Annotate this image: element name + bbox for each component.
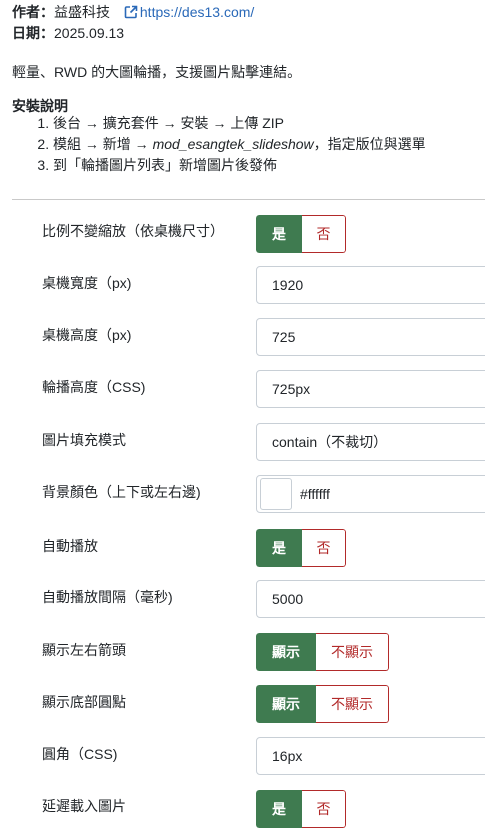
desktop-height-input[interactable]: 725 bbox=[256, 318, 485, 356]
desktop-height-label: 桌機高度（px) bbox=[42, 327, 132, 343]
keep-ratio-label: 比例不變縮放（依桌機尺寸） bbox=[42, 223, 224, 239]
module-name: mod_esangtek_slideshow bbox=[152, 136, 314, 152]
bg-color-label: 背景顏色（上下或左右邊) bbox=[42, 484, 201, 500]
author-link[interactable]: https://des13.com/ bbox=[124, 4, 254, 20]
keep-ratio-yes-button[interactable]: 是 bbox=[256, 215, 302, 253]
autoplay-interval-label: 自動播放間隔（毫秒) bbox=[42, 589, 173, 605]
author-line: 作者：益盛科技 https://des13.com/ bbox=[12, 3, 254, 21]
show-arrows-label: 顯示左右箭頭 bbox=[42, 642, 126, 658]
date-label: 日期： bbox=[12, 25, 54, 41]
fill-mode-select[interactable]: contain（不裁切） bbox=[256, 423, 485, 461]
show-arrows-toggle: 顯示 不顯示 bbox=[256, 633, 389, 671]
show-dots-show-button[interactable]: 顯示 bbox=[256, 685, 316, 723]
radius-label: 圓角（CSS) bbox=[42, 746, 118, 762]
external-link-icon bbox=[124, 5, 138, 19]
author-label: 作者： bbox=[12, 4, 54, 20]
show-dots-label: 顯示底部圓點 bbox=[42, 694, 126, 710]
lazy-load-label: 延遲載入圖片 bbox=[42, 798, 126, 814]
show-arrows-show-button[interactable]: 顯示 bbox=[256, 633, 316, 671]
description: 輕量、RWD 的大圖輪播，支援圖片點擊連結。 bbox=[12, 64, 302, 80]
keep-ratio-toggle: 是 否 bbox=[256, 215, 346, 253]
install-step: 模組 → 新增 → mod_esangtek_slideshow，指定版位與選單 bbox=[53, 134, 426, 155]
color-swatch[interactable] bbox=[260, 478, 292, 510]
bg-color-input[interactable]: #ffffff bbox=[300, 486, 330, 502]
lazy-load-yes-button[interactable]: 是 bbox=[256, 790, 302, 828]
radius-input[interactable]: 16px bbox=[256, 737, 485, 775]
autoplay-no-button[interactable]: 否 bbox=[302, 529, 346, 567]
autoplay-yes-button[interactable]: 是 bbox=[256, 529, 302, 567]
divider bbox=[12, 199, 485, 200]
fill-mode-label: 圖片填充模式 bbox=[42, 432, 126, 448]
show-dots-hide-button[interactable]: 不顯示 bbox=[316, 685, 389, 723]
install-step: 到「輪播圖片列表」新增圖片後發佈 bbox=[53, 155, 426, 176]
desktop-width-input[interactable]: 1920 bbox=[256, 266, 485, 304]
author-link-text: https://des13.com/ bbox=[139, 4, 255, 20]
carousel-height-label: 輪播高度（CSS) bbox=[42, 379, 146, 395]
install-steps: 後台 → 擴充套件 → 安裝 → 上傳 ZIP 模組 → 新增 → mod_es… bbox=[12, 113, 426, 176]
date-line: 日期：2025.09.13 bbox=[12, 24, 124, 42]
date-value: 2025.09.13 bbox=[54, 25, 125, 41]
show-arrows-hide-button[interactable]: 不顯示 bbox=[316, 633, 389, 671]
keep-ratio-no-button[interactable]: 否 bbox=[302, 215, 346, 253]
autoplay-label: 自動播放 bbox=[42, 538, 98, 554]
install-step: 後台 → 擴充套件 → 安裝 → 上傳 ZIP bbox=[53, 113, 426, 134]
desktop-width-label: 桌機寬度（px) bbox=[42, 275, 132, 291]
lazy-load-toggle: 是 否 bbox=[256, 790, 346, 828]
autoplay-toggle: 是 否 bbox=[256, 529, 346, 567]
author-name: 益盛科技 bbox=[54, 4, 110, 20]
carousel-height-input[interactable]: 725px bbox=[256, 370, 485, 408]
bg-color-field: #ffffff bbox=[256, 475, 485, 513]
autoplay-interval-input[interactable]: 5000 bbox=[256, 580, 485, 618]
lazy-load-no-button[interactable]: 否 bbox=[302, 790, 346, 828]
show-dots-toggle: 顯示 不顯示 bbox=[256, 685, 389, 723]
